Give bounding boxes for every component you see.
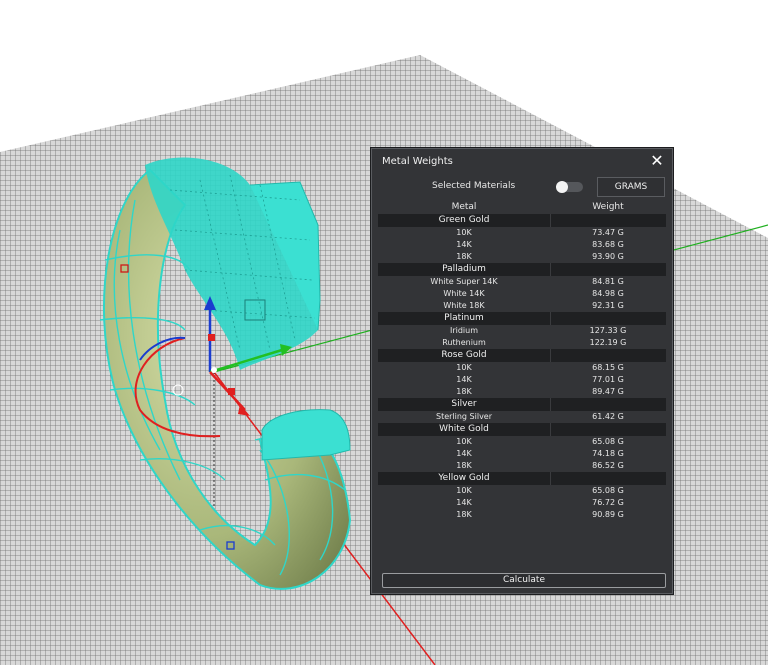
metal-weight: 127.33 G: [589, 326, 627, 335]
group-row: Green Gold: [378, 214, 666, 227]
table-row: Ruthenium 122.19 G: [378, 337, 666, 349]
metal-name: 18K: [456, 387, 472, 396]
selected-materials-toggle[interactable]: [556, 181, 583, 193]
group-row: White Gold: [378, 423, 666, 436]
table-header: Metal Weight: [378, 201, 666, 214]
table-row: White 18K 92.31 G: [378, 300, 666, 312]
column-divider: [550, 214, 551, 227]
metal-name: 14K: [456, 375, 472, 384]
group-name: Green Gold: [438, 215, 490, 225]
metal-weight: 84.81 G: [592, 277, 624, 286]
column-divider: [550, 423, 551, 436]
group-row: Silver: [378, 398, 666, 411]
column-divider: [550, 312, 551, 325]
close-icon[interactable]: ✕: [648, 151, 666, 171]
metal-column-header: Metal: [451, 202, 477, 212]
column-divider: [550, 349, 551, 362]
metal-name: 18K: [456, 252, 472, 261]
table-row: White Super 14K 84.81 G: [378, 276, 666, 288]
metal-weight: 90.89 G: [592, 510, 624, 519]
column-divider: [550, 398, 551, 411]
group-name: Silver: [451, 399, 477, 409]
table-row: 18K 93.90 G: [378, 251, 666, 263]
table-row: White 14K 84.98 G: [378, 288, 666, 300]
group-row: Yellow Gold: [378, 472, 666, 485]
group-name: Palladium: [442, 264, 486, 274]
panel-title: Metal Weights: [382, 156, 453, 167]
metal-name: 10K: [456, 437, 472, 446]
weights-table: Green Gold 10K 73.47 G 14K 83.68 G 18K 93.90 G…: [378, 214, 666, 521]
metal-name: 18K: [456, 510, 472, 519]
metal-weights-panel: Metal Weights ✕ Selected Materials GRAMS…: [371, 148, 673, 594]
table-row: 18K 89.47 G: [378, 386, 666, 398]
group-row: Platinum: [378, 312, 666, 325]
table-row: 10K 65.08 G: [378, 485, 666, 497]
table-row: 10K 65.08 G: [378, 436, 666, 448]
table-row: 14K 77.01 G: [378, 374, 666, 386]
group-row: Palladium: [378, 263, 666, 276]
table-row: 14K 74.18 G: [378, 448, 666, 460]
metal-weight: 61.42 G: [592, 412, 624, 421]
metal-weight: 68.15 G: [592, 363, 624, 372]
group-name: Rose Gold: [441, 350, 487, 360]
metal-name: 18K: [456, 461, 472, 470]
metal-name: White 18K: [443, 301, 485, 310]
calculate-button[interactable]: Calculate: [382, 573, 666, 588]
panel-titlebar[interactable]: Metal Weights ✕: [372, 149, 672, 175]
table-row: 18K 86.52 G: [378, 460, 666, 472]
weight-column-header: Weight: [592, 202, 624, 212]
toggle-knob: [556, 181, 568, 193]
metal-weight: 89.47 G: [592, 387, 624, 396]
column-divider: [550, 472, 551, 485]
metal-name: 14K: [456, 498, 472, 507]
table-row: 18K 90.89 G: [378, 509, 666, 521]
table-row: 14K 76.72 G: [378, 497, 666, 509]
column-divider: [550, 263, 551, 276]
metal-weight: 65.08 G: [592, 486, 624, 495]
metal-weight: 84.98 G: [592, 289, 624, 298]
group-name: Yellow Gold: [438, 473, 490, 483]
units-button[interactable]: GRAMS: [597, 177, 665, 197]
metal-name: Sterling Silver: [435, 412, 493, 421]
group-row: Rose Gold: [378, 349, 666, 362]
metal-name: 10K: [456, 363, 472, 372]
metal-name: White Super 14K: [430, 277, 498, 286]
metal-name: Iridium: [449, 326, 479, 335]
metal-weight: 74.18 G: [592, 449, 624, 458]
metal-weight: 122.19 G: [589, 338, 627, 347]
metal-name: White 14K: [443, 289, 485, 298]
metal-name: 14K: [456, 240, 472, 249]
metal-name: 10K: [456, 228, 472, 237]
metal-name: 14K: [456, 449, 472, 458]
table-row: 10K 73.47 G: [378, 227, 666, 239]
metal-weight: 83.68 G: [592, 240, 624, 249]
metal-name: 10K: [456, 486, 472, 495]
metal-weight: 92.31 G: [592, 301, 624, 310]
metal-weight: 77.01 G: [592, 375, 624, 384]
metal-weight: 93.90 G: [592, 252, 624, 261]
group-name: White Gold: [439, 424, 489, 434]
metal-weight: 86.52 G: [592, 461, 624, 470]
metal-name: Ruthenium: [442, 338, 486, 347]
metal-weight: 65.08 G: [592, 437, 624, 446]
table-row: 10K 68.15 G: [378, 362, 666, 374]
table-row: Iridium 127.33 G: [378, 325, 666, 337]
group-name: Platinum: [444, 313, 484, 323]
selected-materials-label: Selected Materials: [432, 181, 516, 191]
metal-weight: 76.72 G: [592, 498, 624, 507]
metal-weight: 73.47 G: [592, 228, 624, 237]
table-row: 14K 83.68 G: [378, 239, 666, 251]
table-row: Sterling Silver 61.42 G: [378, 411, 666, 423]
